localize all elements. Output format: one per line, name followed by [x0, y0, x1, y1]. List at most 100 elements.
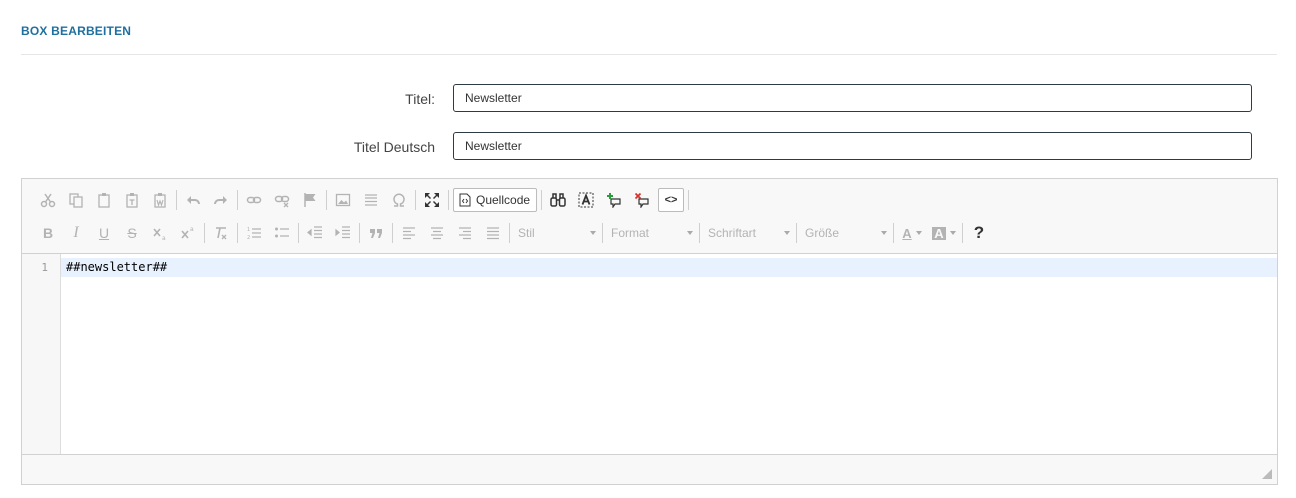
cut-button[interactable]	[34, 188, 62, 212]
copy-icon	[69, 193, 83, 208]
toolbar-separator	[796, 223, 797, 243]
source-button-label: Quellcode	[476, 193, 531, 207]
numbered-list-icon: 12	[247, 227, 261, 241]
code-line[interactable]: ##newsletter##	[66, 260, 167, 274]
svg-text:1: 1	[247, 227, 250, 233]
bold-button[interactable]: B	[34, 221, 62, 245]
background-color-icon: A	[932, 225, 946, 241]
clipboard-text-icon	[126, 193, 138, 208]
text-color-button[interactable]: A	[896, 221, 928, 245]
toolbar-separator	[298, 223, 299, 243]
underline-button[interactable]: U	[90, 221, 118, 245]
outdent-button[interactable]	[301, 221, 329, 245]
page-title: BOX BEARBEITEN	[21, 24, 132, 38]
maximize-button[interactable]	[418, 188, 446, 212]
indent-button[interactable]	[329, 221, 357, 245]
subscript-button[interactable]: a	[146, 221, 174, 245]
select-all-icon	[578, 192, 594, 208]
title-de-label: Titel Deutsch	[353, 139, 435, 155]
paste-text-button[interactable]	[118, 188, 146, 212]
italic-button[interactable]: I	[62, 221, 90, 245]
toolbar-row-2: B I U S a a 12 Stil Format Schriftart Gr…	[34, 220, 993, 246]
code-editor[interactable]: 1 ##newsletter##	[22, 254, 1277, 455]
toolbar-separator	[237, 190, 238, 210]
omega-icon	[393, 193, 405, 207]
horizontal-rule-icon	[365, 194, 377, 206]
find-button[interactable]	[544, 188, 572, 212]
toolbar-separator	[204, 223, 205, 243]
redo-icon	[214, 196, 227, 205]
style-dropdown[interactable]: Stil	[512, 222, 600, 244]
line-gutter: 1	[22, 254, 61, 455]
format-dropdown[interactable]: Format	[605, 222, 697, 244]
toolbar-separator	[326, 190, 327, 210]
paste-word-button[interactable]	[146, 188, 174, 212]
align-right-button[interactable]	[451, 221, 479, 245]
image-button[interactable]	[329, 188, 357, 212]
scissors-icon	[40, 193, 56, 208]
bullet-list-button[interactable]	[268, 221, 296, 245]
editor-toolbar: Quellcode <> B I U S a a 1 2 Stil Format…	[22, 179, 1277, 254]
size-dropdown[interactable]: Größe	[799, 222, 891, 244]
numbered-list-button[interactable]: 12	[240, 221, 268, 245]
chevron-down-icon	[687, 231, 693, 235]
active-line-highlight	[61, 258, 1277, 277]
toolbar-separator	[415, 190, 416, 210]
blockquote-button[interactable]	[362, 221, 390, 245]
svg-text:2: 2	[247, 235, 250, 241]
clipboard-word-icon	[154, 193, 166, 208]
special-char-button[interactable]	[385, 188, 413, 212]
format-dropdown-label: Format	[611, 226, 650, 240]
toolbar-separator	[359, 223, 360, 243]
flag-icon	[304, 193, 316, 207]
font-dropdown[interactable]: Schriftart	[702, 222, 794, 244]
chevron-down-icon	[784, 231, 790, 235]
page-header: BOX BEARBEITEN	[21, 0, 1277, 55]
binoculars-icon	[550, 193, 566, 207]
outdent-icon	[307, 226, 322, 239]
image-icon	[335, 193, 351, 207]
toolbar-separator	[237, 223, 238, 243]
toolbar-separator	[541, 190, 543, 210]
link-button[interactable]	[240, 188, 268, 212]
add-comment-icon	[607, 193, 621, 208]
redo-button[interactable]	[207, 188, 235, 212]
bullet-list-icon	[275, 227, 289, 238]
anchor-button[interactable]	[296, 188, 324, 212]
undo-button[interactable]	[179, 188, 207, 212]
code-tag-button[interactable]: <>	[658, 188, 685, 212]
help-button[interactable]: ?	[965, 221, 993, 245]
superscript-button[interactable]: a	[174, 221, 202, 245]
text-color-icon: A	[902, 225, 912, 241]
select-all-button[interactable]	[572, 188, 600, 212]
title-label: Titel:	[405, 91, 435, 107]
clipboard-icon	[98, 193, 110, 208]
resize-handle-icon[interactable]	[1262, 469, 1272, 479]
quote-icon	[370, 229, 382, 238]
toolbar-separator	[448, 190, 449, 210]
remove-comment-button[interactable]	[628, 188, 656, 212]
align-left-button[interactable]	[395, 221, 423, 245]
background-color-button[interactable]: A	[928, 221, 960, 245]
link-icon	[246, 196, 262, 204]
align-center-button[interactable]	[423, 221, 451, 245]
horizontal-rule-button[interactable]	[357, 188, 385, 212]
remove-format-button[interactable]	[207, 221, 235, 245]
copy-button[interactable]	[62, 188, 90, 212]
title-input[interactable]	[453, 84, 1252, 112]
strikethrough-button[interactable]: S	[118, 221, 146, 245]
source-button[interactable]: Quellcode	[453, 188, 538, 212]
source-code-icon	[459, 193, 471, 207]
undo-icon	[187, 196, 200, 205]
title-de-row: Titel Deutsch	[21, 132, 1277, 162]
toolbar-separator	[893, 223, 894, 243]
title-de-input[interactable]	[453, 132, 1252, 160]
unlink-button[interactable]	[268, 188, 296, 212]
align-justify-button[interactable]	[479, 221, 507, 245]
editor-statusbar	[22, 454, 1277, 484]
add-comment-button[interactable]	[600, 188, 628, 212]
toolbar-separator	[176, 190, 177, 210]
paste-button[interactable]	[90, 188, 118, 212]
subscript-icon: a	[153, 228, 166, 241]
chevron-down-icon	[915, 231, 922, 235]
